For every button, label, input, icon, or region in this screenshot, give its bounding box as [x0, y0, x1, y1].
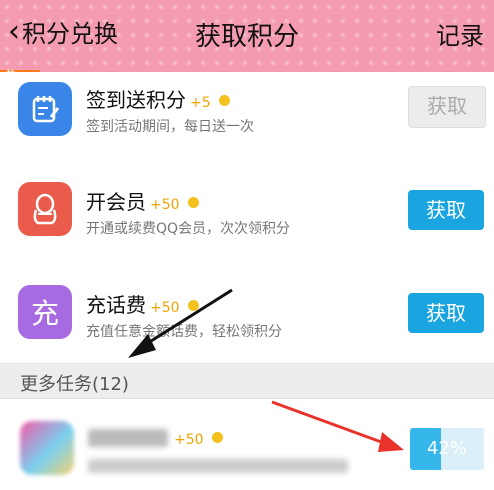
- task-name: 开会员 +50: [86, 186, 199, 215]
- task-item-checkin: 签到送积分 +5 签到活动期间，每日送一次 获取: [0, 72, 494, 161]
- blurred-desc: [88, 459, 348, 473]
- charge-char-icon: 充: [18, 285, 72, 339]
- task-desc: 充值任意金额话费，轻松领积分: [86, 324, 282, 340]
- download-progress-button[interactable]: 42%: [410, 428, 484, 470]
- task-desc: 开通或续费QQ会员，次次领积分: [86, 221, 291, 237]
- task-item-vip: 开会员 +50 开通或续费QQ会员，次次领积分 获取: [0, 160, 494, 262]
- progress-label: 42%: [426, 438, 467, 459]
- coin-icon: [187, 300, 199, 311]
- coin-icon: [187, 197, 199, 208]
- page-title: 获取积分: [194, 22, 299, 52]
- task-name: 签到送积分 +5: [86, 84, 230, 113]
- coin-icon: [218, 95, 230, 106]
- task-name: 充话费 +50: [86, 289, 199, 318]
- header-bar: ‹ 积分兑换 获取积分 记录: [0, 0, 494, 72]
- get-button[interactable]: 获取: [408, 293, 484, 333]
- get-button[interactable]: 获取: [408, 190, 484, 230]
- task-points: +50: [170, 425, 223, 449]
- task-item-recharge: 充 充话费 +50 充值任意金额话费，轻松领积分 获取: [0, 261, 494, 364]
- penguin-icon: [18, 182, 72, 236]
- notepad-icon: [18, 82, 72, 136]
- record-button[interactable]: 记录: [436, 16, 484, 51]
- task-desc: 签到活动期间，每日送一次: [86, 119, 254, 135]
- section-title: 更多任务(12): [20, 374, 129, 395]
- coin-icon: [211, 432, 223, 443]
- get-button-disabled[interactable]: 获取: [408, 86, 486, 128]
- section-header: 更多任务(12): [0, 364, 494, 399]
- app-icon: [20, 421, 74, 475]
- blurred-name: [88, 429, 168, 447]
